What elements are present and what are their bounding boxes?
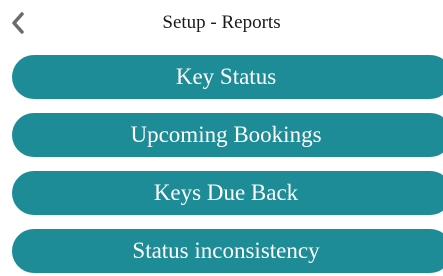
page-title: Setup - Reports <box>162 12 281 33</box>
keys-due-back-label: Keys Due Back <box>153 180 299 205</box>
key-status-label: Key Status <box>175 64 277 89</box>
status-inconsistency-button[interactable]: Status inconsistency <box>12 229 443 273</box>
upcoming-bookings-label: Upcoming Bookings <box>130 122 322 147</box>
header: Setup - Reports <box>0 0 443 44</box>
upcoming-bookings-button[interactable]: Upcoming Bookings <box>12 113 443 157</box>
status-inconsistency-label: Status inconsistency <box>132 238 320 263</box>
keys-due-back-button[interactable]: Keys Due Back <box>12 171 443 215</box>
key-status-button[interactable]: Key Status <box>12 55 443 99</box>
